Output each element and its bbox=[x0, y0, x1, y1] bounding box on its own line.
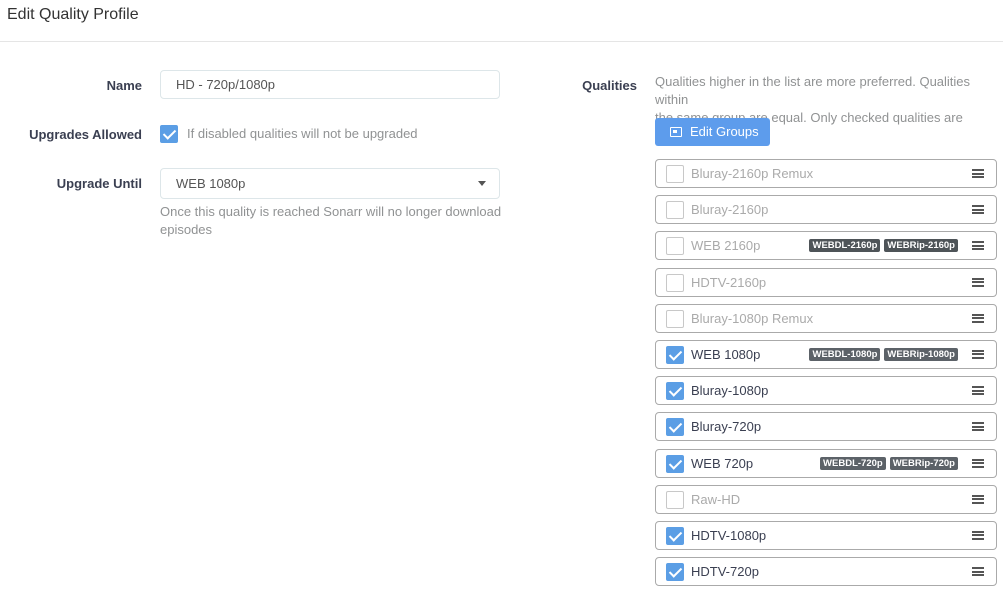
quality-badge: WEBDL-720p bbox=[820, 456, 886, 470]
drag-handle-icon[interactable] bbox=[972, 169, 984, 178]
quality-name: WEB 2160p bbox=[691, 238, 761, 254]
upgrades-allowed-label: Upgrades Allowed bbox=[29, 127, 142, 142]
caret-down-icon bbox=[478, 181, 486, 186]
quality-name: Bluray-1080p Remux bbox=[691, 310, 814, 326]
page-header: Edit Quality Profile bbox=[0, 0, 1003, 42]
quality-badge: WEBRip-720p bbox=[889, 456, 958, 470]
quality-checkbox[interactable] bbox=[666, 490, 684, 509]
drag-handle-icon[interactable] bbox=[972, 313, 984, 323]
edit-groups-label: Edit Groups bbox=[690, 124, 759, 139]
quality-row[interactable]: HDTV-720p bbox=[655, 557, 997, 587]
drag-handle-icon[interactable] bbox=[972, 349, 984, 359]
quality-name: Raw-HD bbox=[691, 491, 741, 507]
quality-checkbox[interactable] bbox=[666, 201, 684, 220]
drag-handle-icon[interactable] bbox=[972, 422, 984, 432]
quality-checkbox[interactable] bbox=[666, 165, 684, 183]
quality-badges: WEBDL-720p WEBRip-720p bbox=[820, 456, 958, 470]
upgrade-until-select[interactable]: WEB 1080p bbox=[160, 168, 500, 199]
qualities-label: Qualities bbox=[582, 78, 637, 93]
quality-name: Bluray-720p bbox=[691, 419, 762, 435]
quality-checkbox[interactable] bbox=[666, 309, 684, 328]
quality-row[interactable]: WEB 1080p WEBDL-1080p WEBRip-1080p bbox=[655, 339, 997, 369]
drag-handle-icon[interactable] bbox=[972, 386, 984, 396]
quality-badge: WEBDL-2160p bbox=[809, 239, 881, 253]
object-group-icon bbox=[670, 127, 682, 137]
upgrade-until-value: WEB 1080p bbox=[176, 176, 246, 191]
quality-name: HDTV-2160p bbox=[691, 274, 767, 290]
quality-row[interactable]: Bluray-1080p Remux bbox=[655, 303, 997, 333]
drag-handle-icon[interactable] bbox=[972, 567, 984, 577]
drag-handle-icon[interactable] bbox=[972, 277, 984, 287]
quality-name: HDTV-1080p bbox=[691, 527, 767, 543]
quality-checkbox[interactable] bbox=[666, 526, 684, 545]
page-title: Edit Quality Profile bbox=[7, 6, 139, 23]
drag-handle-icon[interactable] bbox=[972, 530, 984, 540]
quality-checkbox[interactable] bbox=[666, 382, 684, 401]
quality-checkbox[interactable] bbox=[666, 273, 684, 292]
quality-badge: WEBRip-1080p bbox=[884, 347, 958, 361]
drag-handle-icon[interactable] bbox=[972, 494, 984, 504]
quality-row[interactable]: WEB 2160p WEBDL-2160p WEBRip-2160p bbox=[655, 231, 997, 261]
quality-name: WEB 1080p bbox=[691, 346, 761, 362]
quality-badge: WEBRip-2160p bbox=[884, 239, 958, 253]
quality-row[interactable]: Bluray-1080p bbox=[655, 376, 997, 406]
name-input[interactable]: HD - 720p/1080p bbox=[160, 70, 500, 99]
quality-row[interactable]: HDTV-2160p bbox=[655, 267, 997, 297]
qualities-help-line1: Qualities higher in the list are more pr… bbox=[655, 74, 971, 107]
quality-row[interactable]: WEB 720p WEBDL-720p WEBRip-720p bbox=[655, 448, 997, 478]
upgrades-allowed-checkbox[interactable] bbox=[160, 125, 178, 143]
quality-badge: WEBDL-1080p bbox=[809, 347, 881, 361]
quality-name: Bluray-2160p bbox=[691, 202, 769, 218]
upgrade-until-label: Upgrade Until bbox=[56, 176, 142, 191]
quality-badges: WEBDL-2160p WEBRip-2160p bbox=[809, 239, 958, 253]
drag-handle-icon[interactable] bbox=[972, 241, 984, 251]
quality-row[interactable]: Bluray-720p bbox=[655, 412, 997, 442]
quality-row[interactable]: Bluray-2160p Remux bbox=[655, 159, 997, 188]
upgrades-allowed-help: If disabled qualities will not be upgrad… bbox=[187, 126, 418, 141]
quality-row[interactable]: HDTV-1080p bbox=[655, 520, 997, 550]
quality-name: Bluray-1080p bbox=[691, 383, 769, 399]
edit-groups-button[interactable]: Edit Groups bbox=[655, 118, 770, 146]
quality-checkbox[interactable] bbox=[666, 454, 684, 473]
quality-checkbox[interactable] bbox=[666, 237, 684, 256]
upgrade-until-help-line2: episodes bbox=[160, 222, 213, 237]
drag-handle-icon[interactable] bbox=[972, 458, 984, 468]
quality-badges: WEBDL-1080p WEBRip-1080p bbox=[809, 347, 958, 361]
quality-name: WEB 720p bbox=[691, 455, 754, 471]
quality-row[interactable]: Bluray-2160p bbox=[655, 195, 997, 225]
quality-list: Bluray-2160p Remux Bluray-2160p WEB 2160p W… bbox=[655, 159, 997, 593]
quality-row[interactable]: Raw-HD bbox=[655, 484, 997, 514]
quality-checkbox[interactable] bbox=[666, 563, 684, 582]
name-label: Name bbox=[106, 78, 142, 93]
quality-checkbox[interactable] bbox=[666, 345, 684, 364]
upgrade-until-help-line1: Once this quality is reached Sonarr will… bbox=[160, 204, 502, 219]
quality-checkbox[interactable] bbox=[666, 418, 684, 437]
quality-name: HDTV-720p bbox=[691, 564, 759, 580]
quality-name: Bluray-2160p Remux bbox=[691, 166, 814, 181]
drag-handle-icon[interactable] bbox=[972, 205, 984, 215]
upgrade-until-help: Once this quality is reached Sonarr will… bbox=[160, 203, 501, 239]
